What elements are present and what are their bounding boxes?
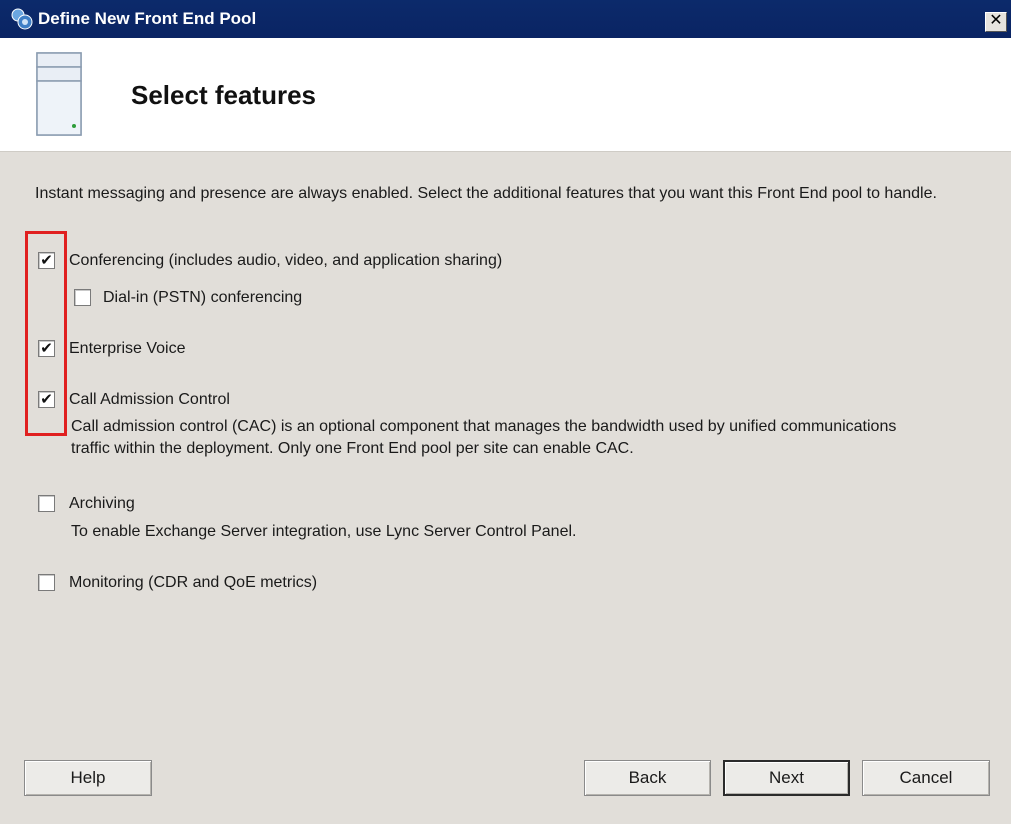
cac-description: Call admission control (CAC) is an optio… (71, 418, 897, 457)
app-icon (11, 8, 33, 30)
dial-in-checkbox[interactable] (74, 289, 91, 306)
archiving-description: To enable Exchange Server integration, u… (71, 523, 577, 540)
conferencing-checkbox[interactable]: ✔ (38, 252, 55, 269)
next-button[interactable]: Next (723, 760, 850, 796)
conferencing-label[interactable]: Conferencing (includes audio, video, and… (69, 252, 502, 270)
dialog-window: Define New Front End Pool ✕ Select featu… (0, 0, 1011, 824)
header-band: Select features (0, 38, 1011, 152)
archiving-label[interactable]: Archiving (69, 495, 135, 513)
monitoring-label[interactable]: Monitoring (CDR and QoE metrics) (69, 574, 317, 592)
archiving-checkbox[interactable] (38, 495, 55, 512)
title-bar: Define New Front End Pool ✕ (0, 0, 1011, 38)
content-area: Instant messaging and presence are alway… (0, 152, 1011, 824)
dial-in-label[interactable]: Dial-in (PSTN) conferencing (103, 289, 302, 307)
enterprise-voice-checkbox[interactable]: ✔ (38, 340, 55, 357)
help-button[interactable]: Help (24, 760, 152, 796)
cac-label[interactable]: Call Admission Control (69, 391, 230, 409)
cancel-button[interactable]: Cancel (862, 760, 990, 796)
server-icon (36, 52, 82, 136)
intro-text: Instant messaging and presence are alway… (35, 185, 937, 202)
page-title: Select features (131, 80, 316, 110)
window-title: Define New Front End Pool (38, 9, 257, 28)
cac-checkbox[interactable]: ✔ (38, 391, 55, 408)
back-button[interactable]: Back (584, 760, 711, 796)
monitoring-checkbox[interactable] (38, 574, 55, 591)
close-button[interactable]: ✕ (985, 12, 1007, 32)
enterprise-voice-label[interactable]: Enterprise Voice (69, 340, 186, 358)
